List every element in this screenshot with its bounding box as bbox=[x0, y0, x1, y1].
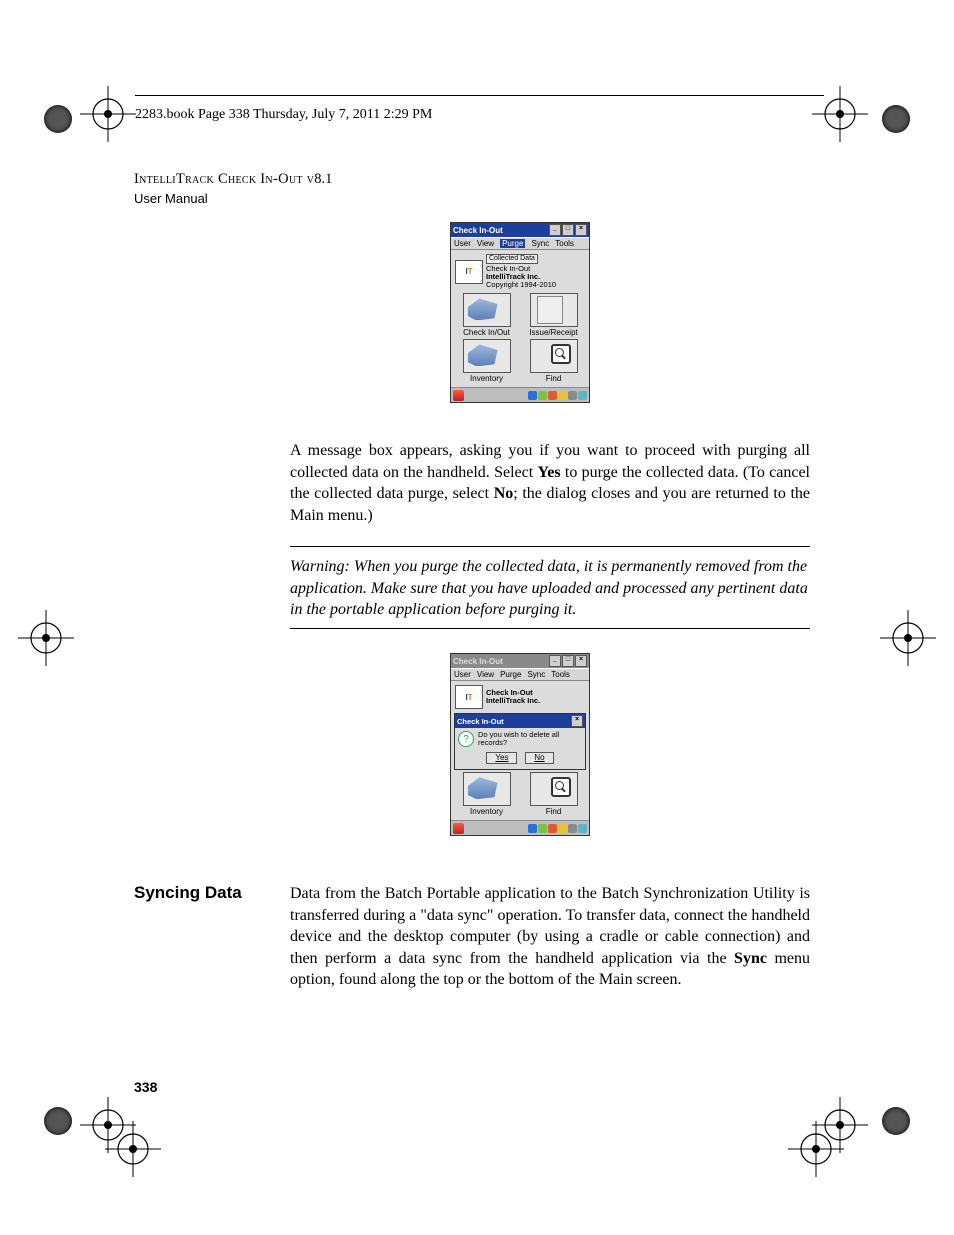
crop-dot bbox=[44, 1107, 72, 1135]
magnifier-icon bbox=[551, 344, 571, 364]
screenshot-figure-1: Check In-Out _ □ × User View Purge Sync … bbox=[450, 222, 590, 403]
menu-view[interactable]: View bbox=[477, 670, 494, 679]
btn-issue-receipt[interactable]: Issue/Receipt bbox=[526, 293, 582, 337]
crop-dot bbox=[44, 105, 72, 133]
warning-rule-top bbox=[290, 546, 810, 547]
warning-rule-bottom bbox=[290, 628, 810, 629]
minimize-icon: _ bbox=[549, 224, 561, 236]
menu-tools[interactable]: Tools bbox=[555, 239, 574, 248]
doc-title: IntelliTrack Check In-Out v8.1 User Manu… bbox=[134, 170, 332, 209]
section-heading: Syncing Data bbox=[134, 883, 242, 903]
registration-mark-icon bbox=[105, 1121, 161, 1177]
dialog-close-icon[interactable]: × bbox=[571, 715, 583, 727]
registration-mark-icon bbox=[788, 1121, 844, 1177]
menubar: User View Purge Sync Tools bbox=[451, 237, 589, 250]
minimize-icon: _ bbox=[549, 655, 561, 667]
dialog-title: Check In-Out bbox=[457, 717, 504, 726]
magnifier-icon bbox=[551, 777, 571, 797]
start-icon[interactable] bbox=[453, 390, 464, 401]
page-header: 2283.book Page 338 Thursday, July 7, 201… bbox=[135, 107, 432, 123]
registration-mark-icon bbox=[880, 610, 936, 666]
maximize-icon: □ bbox=[562, 224, 574, 236]
intellitrack-logo-icon: IT bbox=[455, 260, 483, 284]
header-rule bbox=[135, 95, 824, 96]
btn-inventory[interactable]: Inventory bbox=[459, 772, 515, 816]
start-icon[interactable] bbox=[453, 823, 464, 834]
paragraph-purge: A message box appears, asking you if you… bbox=[290, 440, 810, 526]
close-icon: × bbox=[575, 224, 587, 236]
menu-view[interactable]: View bbox=[477, 239, 494, 248]
close-icon: × bbox=[575, 655, 587, 667]
registration-mark-icon bbox=[18, 610, 74, 666]
screenshot-figure-2: Check In-Out _ □ × User View Purge Sync … bbox=[450, 653, 590, 836]
menu-sync[interactable]: Sync bbox=[531, 239, 549, 248]
window-titlebar: Check In-Out _ □ × bbox=[451, 223, 589, 237]
taskbar bbox=[451, 820, 589, 835]
menu-user[interactable]: User bbox=[454, 670, 471, 679]
warning-text: Warning: When you purge the collected da… bbox=[290, 556, 810, 621]
dialog-titlebar: Check In-Out × bbox=[455, 714, 585, 728]
maximize-icon: □ bbox=[562, 655, 574, 667]
btn-find[interactable]: Find bbox=[526, 772, 582, 816]
crop-dot bbox=[882, 105, 910, 133]
window-title: Check In-Out bbox=[453, 657, 503, 666]
brand-company: IntelliTrack Inc. bbox=[486, 696, 540, 705]
purge-menu-item[interactable]: Collected Data bbox=[486, 254, 538, 264]
btn-check-in-out[interactable]: Check In/Out bbox=[459, 293, 515, 337]
page-number: 338 bbox=[134, 1079, 157, 1095]
registration-mark-icon bbox=[80, 86, 136, 142]
brand-copyright: Copyright 1994-2010 bbox=[486, 280, 556, 289]
menu-purge[interactable]: Purge bbox=[500, 670, 521, 679]
menu-user[interactable]: User bbox=[454, 239, 471, 248]
window-title: Check In-Out bbox=[453, 226, 503, 235]
confirm-dialog: Check In-Out × ? Do you wish to delete a… bbox=[454, 713, 586, 770]
menu-sync[interactable]: Sync bbox=[527, 670, 545, 679]
title-line2: User Manual bbox=[134, 191, 208, 206]
crop-dot bbox=[882, 1107, 910, 1135]
yes-button[interactable]: Yes bbox=[486, 752, 517, 765]
no-button[interactable]: No bbox=[525, 752, 553, 765]
window-titlebar: Check In-Out _ □ × bbox=[451, 654, 589, 668]
taskbar bbox=[451, 387, 589, 402]
menu-tools[interactable]: Tools bbox=[551, 670, 570, 679]
btn-inventory[interactable]: Inventory bbox=[459, 339, 515, 383]
menu-purge[interactable]: Purge bbox=[500, 239, 525, 248]
paragraph-sync: Data from the Batch Portable application… bbox=[290, 883, 810, 991]
page: 2283.book Page 338 Thursday, July 7, 201… bbox=[0, 0, 954, 1235]
dialog-message: Do you wish to delete all records? bbox=[478, 731, 582, 748]
question-icon: ? bbox=[458, 731, 474, 747]
btn-find[interactable]: Find bbox=[526, 339, 582, 383]
menubar: User View Purge Sync Tools bbox=[451, 668, 589, 681]
title-line1: IntelliTrack Check In-Out v bbox=[134, 171, 314, 187]
intellitrack-logo-icon: IT bbox=[455, 685, 483, 709]
